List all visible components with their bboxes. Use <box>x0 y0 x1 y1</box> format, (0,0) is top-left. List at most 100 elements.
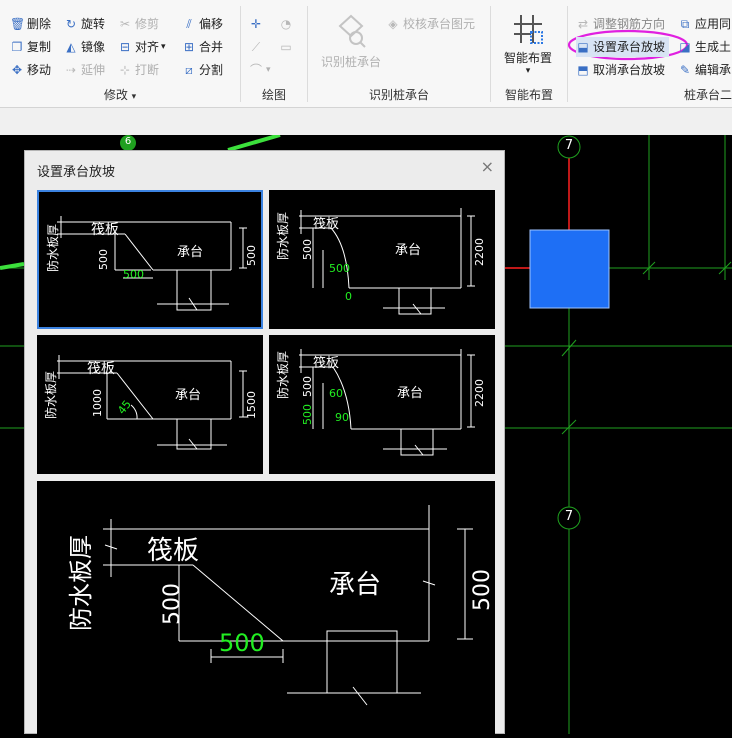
move-button[interactable]: ✥ 移动 <box>10 60 51 80</box>
opt1-width-label: 500 <box>123 268 144 281</box>
slope-option-4[interactable]: 防水板厚 筏板 承台 500 500 60 90 2200 <box>269 335 495 474</box>
slope-option-2[interactable]: 防水板厚 筏板 承台 500 500 0 2200 <box>269 190 495 329</box>
rotate-button[interactable]: ↻ 旋转 <box>64 14 105 34</box>
rectangle-icon: ▭ <box>280 40 292 54</box>
opt1-height-label: 500 <box>245 245 258 266</box>
copy-button[interactable]: ❐ 复制 <box>10 37 51 57</box>
line-icon: ⟋ <box>251 40 261 54</box>
cancel-pile-cap-slope-button[interactable]: ⬒ 取消承台放坡 <box>576 60 665 80</box>
modify-group: 🗑 删除 ↻ 旋转 ✂ 修剪 ⫽ 偏移 ❐ 复制 ◭ 镜像 ⊟ 对齐 ▾ ⊞ 合并 ✥ 移动 ⇢ 延伸… <box>0 0 240 107</box>
align-button[interactable]: ⊟ 对齐 ▾ <box>118 37 166 57</box>
align-icon: ⊟ <box>119 40 131 54</box>
check-pile-cap-button[interactable]: ◈ 校核承台图元 <box>386 14 475 34</box>
opt4-angle-bottom-label: 90 <box>335 411 349 424</box>
smart-layout-group: 智能布置 ▾ 智能布置 <box>491 0 567 107</box>
opt2-cap-label: 承台 <box>395 243 421 258</box>
recognize-pile-cap-button[interactable]: 识别桩承台 <box>316 12 386 70</box>
move-icon: ✥ <box>11 63 23 77</box>
opt1-raft-label: 筏板 <box>91 221 119 238</box>
set-pile-cap-slope-button[interactable]: ⬓ 设置承台放坡 <box>576 37 670 57</box>
cancel-slope-icon: ⬒ <box>577 63 589 77</box>
opt3-angle-label: 45 <box>115 398 134 417</box>
rotate-icon: ↻ <box>65 17 77 31</box>
opt2-width-label: 500 <box>329 262 350 275</box>
opt3-height-label: 1500 <box>245 391 258 419</box>
axis-bubble-top-label: 7 <box>564 138 574 153</box>
draw-circle-button[interactable]: ◔ <box>279 14 296 34</box>
split-button[interactable]: ⧄ 分割 <box>182 60 223 80</box>
opt1-cap-label: 承台 <box>177 245 203 260</box>
arc-dropdown-icon: ▾ <box>266 65 271 75</box>
align-dropdown-icon: ▾ <box>161 42 166 52</box>
opt4-width-label: 500 <box>301 404 314 425</box>
opt2-waterproof-label: 防水板厚 <box>275 212 290 260</box>
recognize-group: 识别桩承台 ◈ 校核承台图元 识别桩承台 <box>308 0 490 107</box>
draw-rect-button[interactable]: ▭ <box>279 37 296 57</box>
edit-icon: ✎ <box>679 63 691 77</box>
opt2-depth-label: 500 <box>301 239 314 260</box>
slope-icon: ⬓ <box>577 40 589 54</box>
preview-depth-label: 500 <box>160 583 185 625</box>
trim-button[interactable]: ✂ 修剪 <box>118 14 159 34</box>
mirror-button[interactable]: ◭ 镜像 <box>64 37 105 57</box>
merge-button[interactable]: ⊞ 合并 <box>182 37 223 57</box>
opt2-height-label: 2200 <box>473 238 486 266</box>
break-button[interactable]: ⊹ 打断 <box>118 60 159 80</box>
opt3-waterproof-label: 防水板厚 <box>43 371 58 419</box>
opt3-depth-label: 1000 <box>91 389 104 417</box>
draw-point-button[interactable]: ✛ <box>249 14 266 34</box>
opt2-raft-label: 筏板 <box>313 216 339 232</box>
extend-icon: ⇢ <box>65 63 77 77</box>
toolbar-strip <box>0 108 732 135</box>
pile-cap-group: ⇄ 调整钢筋方向 ⧉ 应用同 ⬓ 设置承台放坡 ◪ 生成土 ⬒ 取消承台放坡 ✎ 编辑承 桩… <box>567 0 732 107</box>
opt4-angle-top-label: 60 <box>329 387 343 400</box>
generate-soil-button[interactable]: ◪ 生成土 <box>678 37 731 57</box>
draw-group: ✛ ◔ ⟋ ▭ ⌒ ▾ 绘图 <box>241 0 307 107</box>
delete-button[interactable]: 🗑 删除 <box>10 14 51 34</box>
draw-arc-button[interactable]: ⌒ ▾ <box>249 60 271 80</box>
modify-group-label[interactable]: 修改 ▾ <box>0 86 240 103</box>
offset-button[interactable]: ⫽ 偏移 <box>182 14 223 34</box>
offset-icon: ⫽ <box>186 17 192 31</box>
draw-group-label: 绘图 <box>261 88 286 102</box>
preview-height-label: 500 <box>470 569 495 611</box>
axis-bubble-left-label: 6 <box>124 136 132 147</box>
opt4-cap-label: 承台 <box>397 386 423 401</box>
extend-button[interactable]: ⇢ 延伸 <box>64 60 105 80</box>
pile-cap-recognize-icon <box>338 14 366 48</box>
preview-waterproof-label: 防水板厚 <box>67 535 95 631</box>
opt1-waterproof-label: 防水板厚 <box>45 224 60 272</box>
edit-pile-cap-button[interactable]: ✎ 编辑承 <box>678 60 731 80</box>
recognize-group-label: 识别桩承台 <box>368 88 429 102</box>
merge-icon: ⊞ <box>183 40 195 54</box>
trim-icon: ✂ <box>119 17 131 31</box>
preview-cap-label: 承台 <box>329 570 381 600</box>
dialog-title: 设置承台放坡 <box>37 165 116 180</box>
copy-icon: ❐ <box>11 40 23 54</box>
crosshair-icon: ✛ <box>250 17 262 31</box>
grid-layout-icon <box>514 15 543 44</box>
slope-option-3[interactable]: 防水板厚 筏板 承台 1000 45 1500 <box>37 335 263 474</box>
ribbon-toolbar: 🗑 删除 ↻ 旋转 ✂ 修剪 ⫽ 偏移 ❐ 复制 ◭ 镜像 ⊟ 对齐 ▾ ⊞ 合并 ✥ 移动 ⇢ 延伸… <box>0 0 732 108</box>
set-pile-cap-slope-dialog: 设置承台放坡 × 防水板厚 筏板 承台 500 500 500 防水板厚 筏板 … <box>24 150 505 735</box>
check-icon: ◈ <box>388 17 398 31</box>
opt3-cap-label: 承台 <box>175 388 201 403</box>
smart-layout-group-label: 智能布置 <box>504 88 553 102</box>
opt4-depth-label: 500 <box>301 376 314 397</box>
opt4-waterproof-label: 防水板厚 <box>275 351 290 399</box>
preview-raft-label: 筏板 <box>147 536 199 566</box>
close-icon[interactable]: × <box>481 157 494 176</box>
circle-icon: ◔ <box>280 17 292 31</box>
break-icon: ⊹ <box>119 63 131 77</box>
opt1-depth-label: 500 <box>97 249 110 270</box>
delete-icon: 🗑 <box>10 17 26 31</box>
smart-layout-button[interactable]: 智能布置 ▾ <box>495 12 561 76</box>
preview-width-label: 500 <box>219 629 265 657</box>
axis-bubble-bottom-label: 7 <box>564 509 574 524</box>
mirror-icon: ◭ <box>66 40 76 54</box>
slope-preview: 防水板厚 筏板 承台 500 500 500 <box>37 481 495 735</box>
arc-icon: ⌒ <box>249 63 262 77</box>
draw-line-button[interactable]: ⟋ <box>249 37 266 57</box>
opt4-raft-label: 筏板 <box>313 355 339 371</box>
slope-option-1[interactable]: 防水板厚 筏板 承台 500 500 500 <box>37 190 263 329</box>
